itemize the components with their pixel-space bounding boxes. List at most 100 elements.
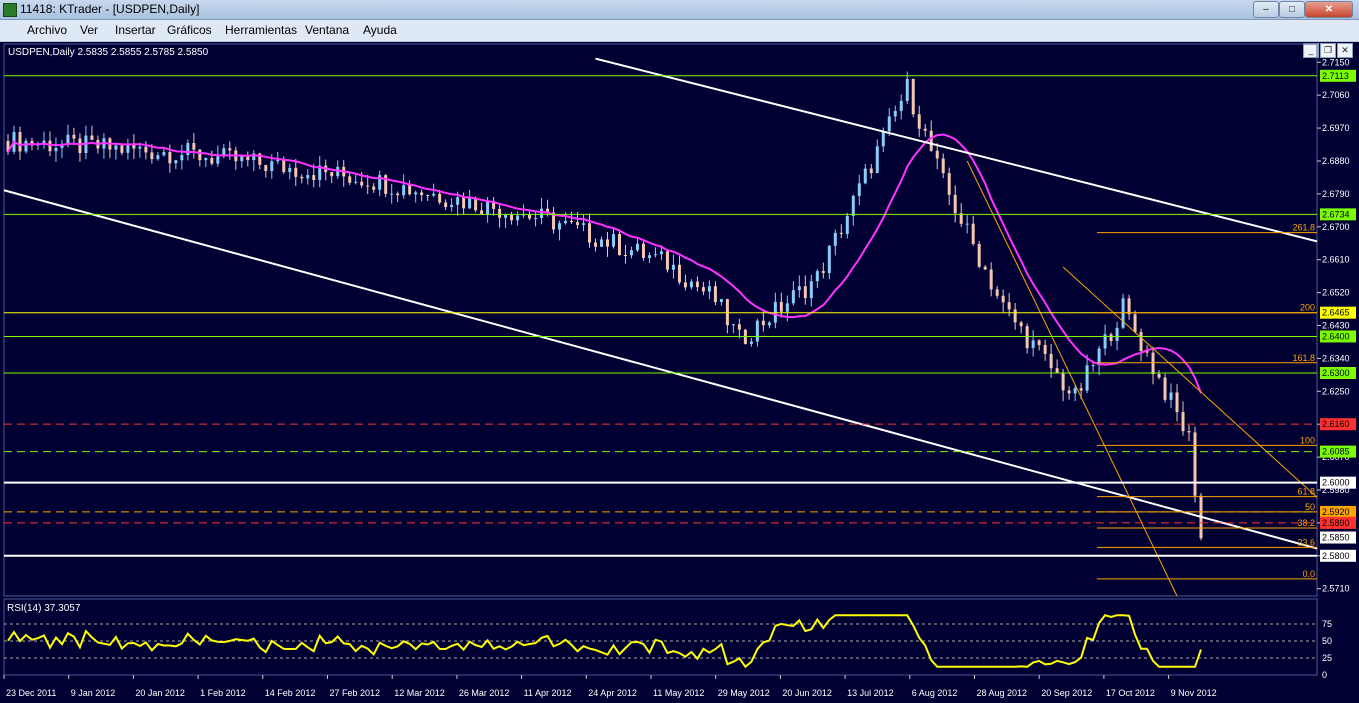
candle-body — [426, 195, 430, 197]
price-chart[interactable]: 2.7150 2.7060 2.6970 2.6880 2.6790 2.6700 2.66… — [0, 42, 1359, 703]
candle-body — [1073, 388, 1077, 394]
candle-body — [635, 243, 639, 251]
candle-body — [138, 146, 142, 149]
candle-body — [192, 143, 196, 150]
menu-ayuda[interactable]: Ayuda — [363, 23, 397, 37]
x-axis-label: 1 Feb 2012 — [200, 688, 246, 698]
candle-body — [348, 176, 352, 183]
x-axis-label: 11 Apr 2012 — [524, 688, 572, 698]
fibonacci-label: 50 — [1305, 502, 1315, 512]
candle-body — [264, 164, 268, 171]
symbol-info: USDPEN,Daily 2.5835 2.5855 2.5785 2.5850 — [8, 47, 209, 58]
candle-body — [504, 214, 508, 218]
candle-body — [306, 175, 310, 179]
candle-body — [54, 148, 58, 152]
x-axis-label: 9 Jan 2012 — [71, 688, 116, 698]
price-label: 2.7113 — [1322, 71, 1349, 81]
menu-graficos[interactable]: Gráficos — [167, 23, 212, 37]
candle-body — [468, 197, 472, 209]
title-bar: 11418: KTrader - [USDPEN,Daily] – □ ✕ — [0, 0, 1359, 20]
menu-archivo[interactable]: Archivo — [27, 23, 67, 37]
candle-body — [995, 289, 999, 296]
price-label: 2.6400 — [1322, 331, 1350, 341]
candle-body — [689, 281, 693, 288]
candle-body — [809, 281, 813, 299]
candle-body — [983, 266, 987, 270]
candle-body — [216, 156, 220, 164]
menu-ver[interactable]: Ver — [80, 23, 98, 37]
channel-lower-line — [3, 189, 1318, 550]
candle-body — [893, 110, 897, 117]
price-axis-label: 2.6520 — [1322, 288, 1350, 298]
candle-body — [528, 214, 532, 219]
trend-line — [1062, 266, 1318, 498]
candle-body — [72, 134, 76, 139]
candle-body — [929, 130, 933, 151]
candle-body — [228, 148, 232, 151]
candle-body — [114, 145, 118, 150]
candle-body — [486, 200, 490, 215]
menu-insertar[interactable]: Insertar — [115, 23, 156, 37]
candle-body — [444, 202, 448, 208]
candle-body — [270, 161, 274, 171]
candle-body — [1151, 352, 1155, 375]
candle-body — [156, 155, 160, 160]
candle-body — [456, 197, 460, 205]
candle-body — [653, 254, 657, 256]
menu-ventana[interactable]: Ventana — [305, 23, 349, 37]
x-axis-label: 14 Feb 2012 — [265, 688, 316, 698]
candle-body — [611, 234, 615, 247]
candle-body — [815, 271, 819, 282]
candle-body — [1007, 302, 1011, 310]
price-label: 2.5920 — [1322, 507, 1350, 517]
candle-body — [665, 251, 669, 270]
candle-body — [749, 341, 753, 344]
candle-body — [1169, 392, 1173, 400]
candle-body — [839, 232, 843, 234]
candle-body — [1157, 374, 1161, 378]
maximize-button[interactable]: □ — [1279, 1, 1305, 18]
candle-body — [450, 204, 454, 208]
candle-body — [168, 152, 172, 164]
candle-body — [935, 150, 939, 159]
candle-body — [1163, 377, 1167, 400]
fibonacci-label: 161.8 — [1292, 353, 1315, 363]
candle-body — [719, 299, 723, 303]
x-axis-label: 12 Mar 2012 — [394, 688, 445, 698]
candle-body — [66, 134, 70, 144]
rsi-label: RSI(14) 37.3057 — [7, 603, 81, 614]
menu-bar: Archivo Ver Insertar Gráficos Herramient… — [0, 20, 1359, 58]
candle-body — [887, 116, 891, 132]
candle-body — [971, 223, 975, 244]
x-axis-label: 23 Dec 2011 — [6, 688, 56, 698]
candle-body — [576, 222, 580, 225]
candle-body — [1037, 340, 1041, 345]
candle-body — [1025, 326, 1029, 349]
candle-body — [330, 172, 334, 177]
x-axis-label: 28 Aug 2012 — [977, 688, 1028, 698]
menu-herramientas[interactable]: Herramientas — [225, 23, 297, 37]
candle-body — [438, 193, 442, 203]
candle-body — [1085, 365, 1089, 391]
price-axis-label: 2.7060 — [1322, 90, 1350, 100]
candle-body — [923, 128, 927, 131]
price-label: 2.6300 — [1322, 368, 1350, 378]
chart-window[interactable]: 2.7150 2.7060 2.6970 2.6880 2.6790 2.6700 2.66… — [0, 42, 1359, 703]
price-label: 2.6085 — [1322, 447, 1350, 457]
candle-body — [1013, 309, 1017, 323]
candle-body — [647, 255, 651, 258]
candle-body — [78, 138, 82, 154]
candle-body — [851, 195, 855, 216]
candle-body — [623, 255, 627, 257]
close-button[interactable]: ✕ — [1305, 1, 1353, 18]
window-title: 11418: KTrader - [USDPEN,Daily] — [20, 2, 200, 16]
candle-body — [1193, 432, 1197, 496]
rsi-axis-label: 25 — [1322, 653, 1332, 663]
price-axis-label: 2.6610 — [1322, 255, 1350, 265]
candle-body — [947, 173, 951, 195]
minimize-button[interactable]: – — [1253, 1, 1279, 18]
candle-body — [180, 154, 184, 161]
candle-body — [1055, 368, 1059, 373]
x-axis-label: 17 Oct 2012 — [1106, 688, 1155, 698]
fibonacci-label: 261.8 — [1292, 223, 1315, 233]
